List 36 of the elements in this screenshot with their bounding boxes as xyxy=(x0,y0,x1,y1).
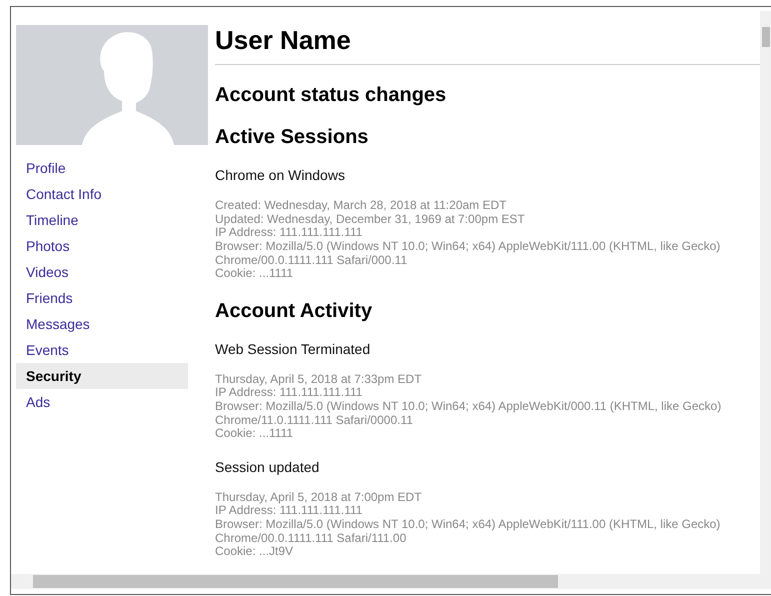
avatar-silhouette-icon xyxy=(16,25,208,145)
detail-text: Browser: Mozilla/5.0 (Windows NT 10.0; Win64; x64) AppleWebKit/111.00 (KHTML, like Gecko) xyxy=(215,518,722,532)
entry-title: Web Session Terminated xyxy=(215,340,372,359)
sidebar-item[interactable]: Timeline xyxy=(16,207,188,233)
vertical-scrollbar[interactable] xyxy=(760,11,771,574)
entry-title: Chrome on Windows xyxy=(215,166,346,186)
detail-text: Browser: Mozilla/5.0 (Windows NT 10.0; Win64; x64) AppleWebKit/000.11 (KHTML, like Gecko) xyxy=(215,400,722,414)
section-heading: Account status changes xyxy=(215,83,448,108)
sidebar-item[interactable]: Ads xyxy=(16,389,188,415)
sidebar-item[interactable]: Friends xyxy=(16,285,188,311)
detail-text: Updated: Wednesday, December 31, 1969 at 7:00pm EST xyxy=(215,212,526,226)
detail-text: Chrome/00.0.1111.111 Safari/000.11 xyxy=(215,254,408,268)
entry-title: Session updated xyxy=(215,458,320,477)
detail-text: Cookie: ...1111 xyxy=(215,427,294,441)
detail-text: Chrome/11.0.1111.111 Safari/0000.11 xyxy=(215,414,414,428)
detail-text: Cookie: ...Jt9V xyxy=(215,545,294,559)
sidebar-item[interactable]: Security xyxy=(16,363,188,389)
detail-text: Chrome/00.0.1111.111 Safari/111.00 xyxy=(215,532,408,546)
detail-text: Thursday, April 5, 2018 at 7:33pm EDT xyxy=(215,372,423,386)
sidebar-item[interactable]: Profile xyxy=(16,155,188,181)
sidebar-item[interactable]: Messages xyxy=(16,311,188,337)
sidebar-item[interactable]: Videos xyxy=(16,259,188,285)
sidebar-item[interactable]: Photos xyxy=(16,233,188,259)
detail-text: Created: Wednesday, March 28, 2018 at 11:20am EDT xyxy=(215,199,508,213)
sidebar-item[interactable]: Events xyxy=(16,337,188,363)
detail-text: Thursday, April 5, 2018 at 7:00pm EDT xyxy=(215,490,423,504)
section-heading: Active Sessions xyxy=(215,125,370,150)
user-name-heading: User Name xyxy=(215,25,760,66)
sidebar-item[interactable]: Contact Info xyxy=(16,181,188,207)
section-heading: Account Activity xyxy=(215,298,374,323)
detail-text: Browser: Mozilla/5.0 (Windows NT 10.0; Win64; x64) AppleWebKit/111.00 (KHTML, like Gecko) xyxy=(215,240,722,254)
detail-text: IP Address: 111.111.111.111 xyxy=(215,386,362,400)
detail-text: IP Address: 111.111.111.111 xyxy=(215,504,362,518)
detail-text: IP Address: 111.111.111.111 xyxy=(215,226,364,240)
horizontal-scrollbar[interactable] xyxy=(11,574,771,589)
detail-text: Cookie: ...1111 xyxy=(215,267,294,281)
